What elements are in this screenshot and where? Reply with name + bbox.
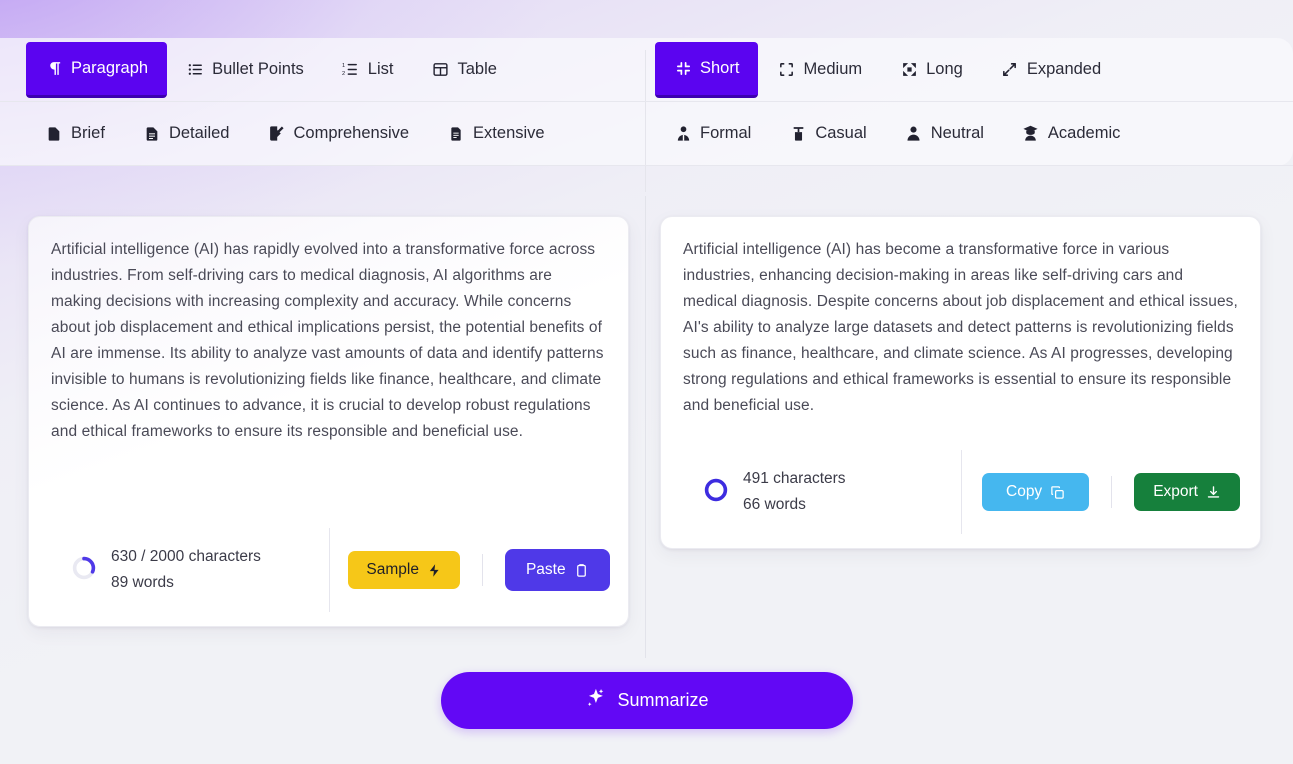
expand-corners-icon [900,61,918,79]
tab-expanded[interactable]: Expanded [982,38,1120,101]
input-panel[interactable]: Artificial intelligence (AI) has rapidly… [28,216,629,627]
tab-label: Long [926,60,963,78]
tab-label: Table [457,60,497,78]
tab-label: Paragraph [71,58,149,77]
document-icon [45,125,63,143]
tab-label: Casual [815,124,867,142]
copy-icon [1050,485,1065,500]
tab-short[interactable]: Short [655,41,759,98]
person-icon [905,125,923,143]
numbered-list-icon: 12 [342,61,360,79]
svg-text:2: 2 [342,71,345,77]
tab-detailed[interactable]: Detailed [124,102,249,165]
sample-button[interactable]: Sample [348,551,460,589]
document-stack-icon [447,125,465,143]
tab-list[interactable]: 12 List [323,38,413,101]
action-separator [1111,476,1113,508]
sample-label: Sample [366,561,419,578]
tab-comprehensive[interactable]: Comprehensive [248,102,428,165]
output-panel[interactable]: Artificial intelligence (AI) has become … [660,216,1261,549]
graduate-cap-person-icon [1022,125,1040,143]
tab-formal[interactable]: Formal [655,102,770,165]
length-tab-row: Short Medium Long Expanded [645,38,1293,102]
tab-label: Expanded [1026,60,1102,78]
output-column: Artificial intelligence (AI) has become … [645,196,1293,666]
tone-tab-row: Formal Casual Neutral Academic [645,102,1293,166]
export-button[interactable]: Export [1134,473,1240,511]
tab-label: Short [700,58,740,77]
output-progress-ring [703,477,729,508]
tab-label: Brief [71,124,105,142]
tab-label: Medium [803,60,863,78]
length-tone-controls-column: Short Medium Long Expanded Formal Casual… [645,38,1293,166]
tab-neutral[interactable]: Neutral [886,102,1003,165]
format-tab-row: Paragraph Bullet Points 12 List Table [0,38,645,102]
shrink-icon [674,59,692,77]
pilcrow-icon [45,59,63,77]
tab-label: List [367,60,394,78]
tab-label: Academic [1047,124,1121,142]
output-panel-footer: 491 characters 66 words Copy Export [661,436,1260,548]
output-stats: 491 characters 66 words [661,466,961,518]
tab-medium[interactable]: Medium [758,38,881,101]
diagonal-arrows-icon [1001,61,1019,79]
document-lines-icon [143,125,161,143]
input-word-count: 89 words [111,574,174,591]
lightning-bolt-icon [427,563,442,578]
clipboard-icon [574,563,589,578]
output-text: Artificial intelligence (AI) has become … [683,241,1238,414]
summarize-label: Summarize [617,690,709,710]
tab-long[interactable]: Long [881,38,982,101]
crop-frame-icon [777,61,795,79]
export-label: Export [1153,483,1198,500]
tab-table[interactable]: Table [412,38,515,101]
person-tie-icon [674,125,692,143]
document-edit-icon [267,125,285,143]
download-icon [1206,485,1221,500]
tab-casual[interactable]: Casual [770,102,885,165]
input-char-count: 630 / 2000 characters [111,548,261,565]
tab-brief[interactable]: Brief [26,102,124,165]
input-panel-footer: 630 / 2000 characters 89 words Sample Pa… [29,514,628,626]
person-casual-icon [789,125,807,143]
tab-academic[interactable]: Academic [1003,102,1139,165]
bullet-list-icon [186,61,204,79]
paste-label: Paste [525,561,566,578]
input-progress-ring [71,555,97,586]
tab-label: Comprehensive [293,124,410,142]
input-stats: 630 / 2000 characters 89 words [29,544,329,596]
copy-label: Copy [1006,483,1043,500]
tab-bullet-points[interactable]: Bullet Points [167,38,323,101]
panels-area: Artificial intelligence (AI) has rapidly… [0,196,1293,666]
detail-tab-row: Brief Detailed Comprehensive Extensive [0,102,645,166]
tab-label: Formal [700,124,752,142]
tab-extensive[interactable]: Extensive [428,102,564,165]
output-word-count: 66 words [743,496,806,513]
output-char-count: 491 characters [743,470,846,487]
input-actions: Sample Paste [330,549,628,591]
format-controls-column: Paragraph Bullet Points 12 List Table Br… [0,38,645,166]
tab-paragraph[interactable]: Paragraph [26,41,168,98]
input-column: Artificial intelligence (AI) has rapidly… [0,196,645,666]
summarize-area: Summarize [0,672,1293,729]
table-icon [431,61,449,79]
tab-label: Neutral [930,124,984,142]
tab-label: Bullet Points [212,60,304,78]
output-actions: Copy Export [962,473,1260,511]
summarize-button[interactable]: Summarize [440,672,853,729]
controls-card: Paragraph Bullet Points 12 List Table Br… [0,38,1293,192]
svg-text:1: 1 [342,63,345,69]
sparkle-icon [584,687,606,714]
input-text[interactable]: Artificial intelligence (AI) has rapidly… [29,217,628,445]
action-separator [481,554,483,586]
tab-label: Extensive [473,124,545,142]
copy-button[interactable]: Copy [982,473,1090,511]
paste-button[interactable]: Paste [504,549,610,591]
tab-label: Detailed [168,124,230,142]
